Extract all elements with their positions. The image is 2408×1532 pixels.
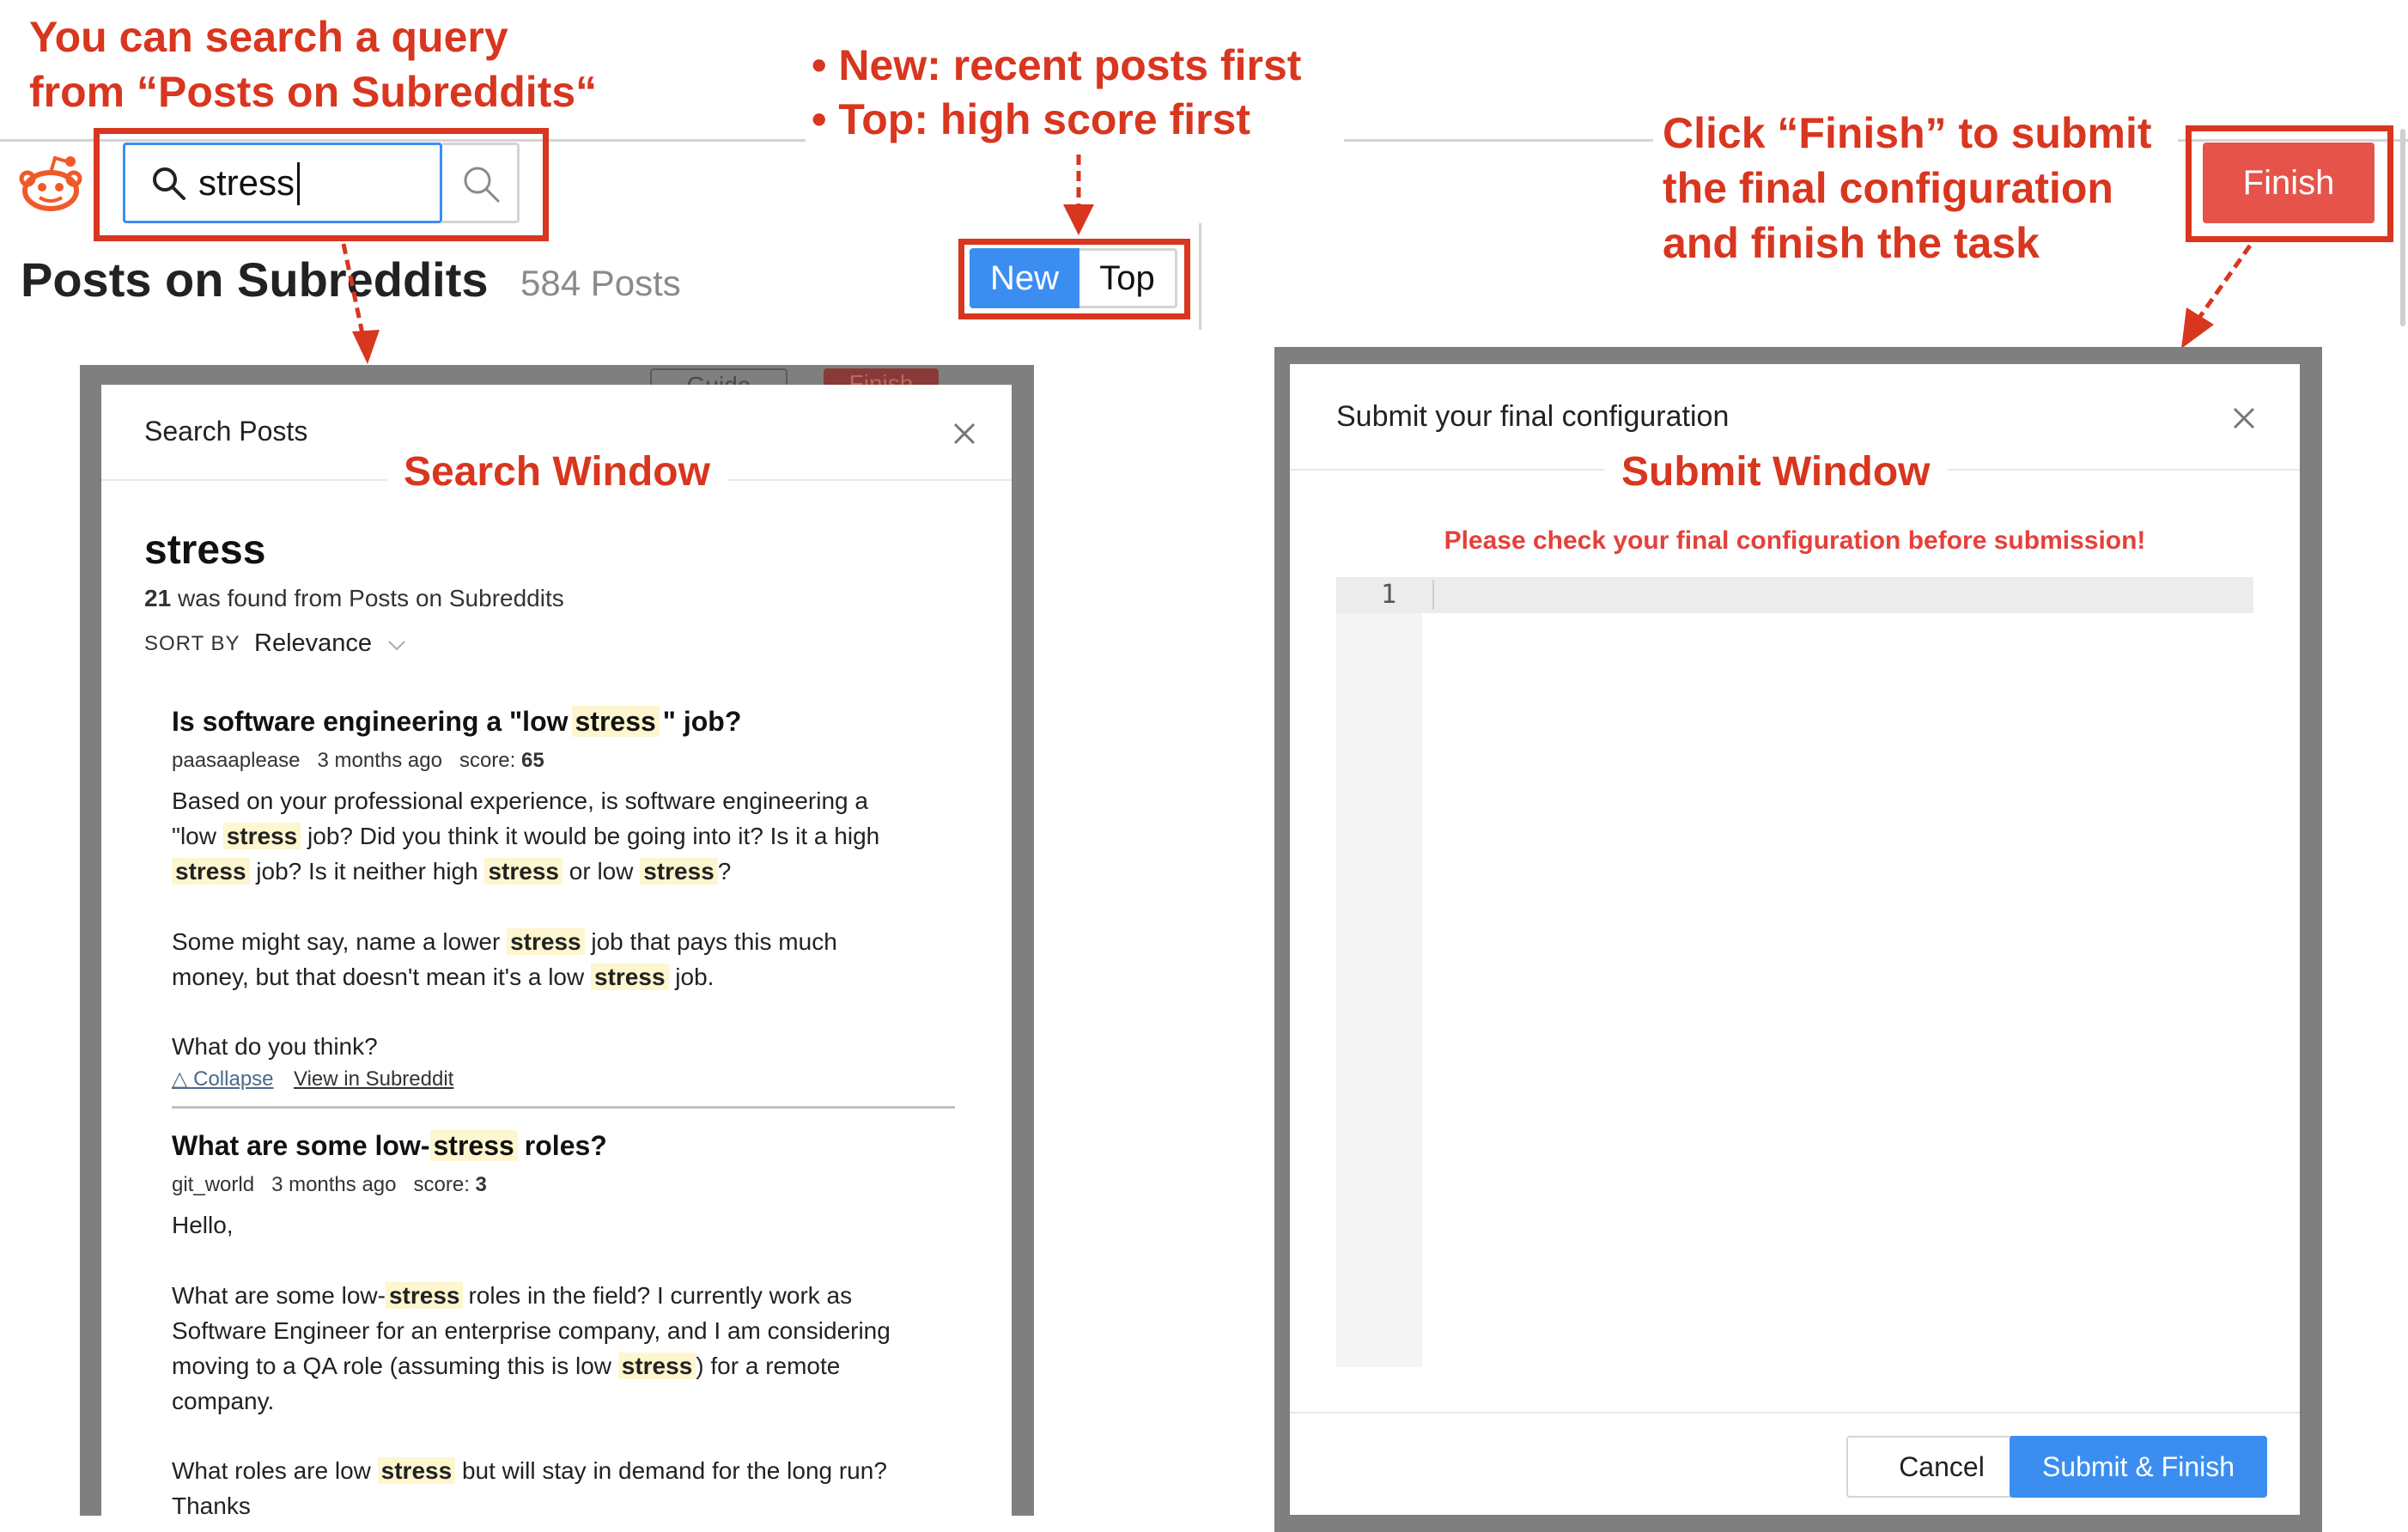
result-body-line: What do you think? bbox=[172, 1033, 378, 1060]
result-body-line: moving to a QA role (assuming this is lo… bbox=[172, 1353, 841, 1379]
result-body-line: Based on your professional experience, i… bbox=[172, 787, 868, 814]
submit-finish-button[interactable]: Submit & Finish bbox=[2010, 1436, 2267, 1498]
result-body-line: What roles are low stress but will stay … bbox=[172, 1457, 887, 1484]
search-hint-line2: from “Posts on Subreddits“ bbox=[29, 68, 598, 116]
arrow-icon bbox=[341, 243, 380, 364]
search-window-label: Search Window bbox=[386, 447, 727, 498]
collapse-link[interactable]: △ Collapse bbox=[172, 1065, 274, 1094]
chevron-down-icon bbox=[387, 626, 406, 662]
close-icon[interactable] bbox=[2231, 405, 2257, 431]
search-highlight-box bbox=[94, 128, 549, 241]
finish-hint-line2: the final configuration bbox=[1663, 164, 2113, 212]
sort-by-label: SORT BY bbox=[144, 632, 240, 655]
post-count: 584 Posts bbox=[520, 263, 681, 303]
sort-highlight-box bbox=[958, 239, 1190, 319]
result-body-line: Hello, bbox=[172, 1212, 234, 1238]
header-divider bbox=[1344, 139, 1653, 142]
modal-title: Search Posts bbox=[144, 416, 308, 447]
scrollbar[interactable] bbox=[2400, 129, 2405, 326]
arrow-icon bbox=[1063, 155, 1094, 235]
result-body-line: Thanks bbox=[172, 1492, 251, 1516]
editor-cursor bbox=[1432, 581, 1434, 610]
submit-window-label: Submit Window bbox=[1604, 447, 1948, 498]
modal-title: Submit your final configuration bbox=[1336, 400, 1730, 433]
line-number: 1 bbox=[1380, 580, 1396, 610]
editor-active-line bbox=[1336, 577, 2253, 613]
finish-highlight-box bbox=[2186, 125, 2393, 242]
vertical-divider bbox=[1199, 223, 1201, 330]
result-title[interactable]: Is software engineering a "low stress " jo… bbox=[172, 701, 741, 742]
search-hint-line1: You can search a query bbox=[29, 13, 508, 61]
arrow-icon bbox=[2181, 244, 2253, 349]
finish-hint-line1: Click “Finish” to submit bbox=[1663, 109, 2152, 157]
result-body-line: Software Engineer for an enterprise comp… bbox=[172, 1317, 891, 1344]
result-body-line: "low stress job? Did you think it would … bbox=[172, 823, 880, 849]
result-body-line: What are some low-stress roles in the fie… bbox=[172, 1282, 853, 1309]
cancel-button[interactable]: Cancel bbox=[1846, 1436, 2037, 1498]
sort-hint-new: • New: recent posts first bbox=[812, 41, 1302, 89]
editor-gutter bbox=[1336, 577, 1422, 1367]
view-in-subreddit-link[interactable]: View in Subreddit bbox=[294, 1065, 453, 1094]
result-meta: git_world 3 months ago score: 3 bbox=[172, 1173, 487, 1196]
modal-footer-divider bbox=[1290, 1412, 2300, 1413]
close-icon[interactable] bbox=[952, 421, 977, 447]
result-body-line: money, but that doesn't mean it's a low … bbox=[172, 964, 714, 990]
result-body-line: Some might say, name a lower stress job … bbox=[172, 928, 837, 955]
search-found-summary: 21 was found from Posts on Subreddits bbox=[144, 585, 564, 611]
result-body-line: company. bbox=[172, 1388, 275, 1414]
result-body-line: stress job? Is it neither high stress or… bbox=[172, 854, 731, 890]
result-title[interactable]: What are some low-stress roles? bbox=[172, 1125, 607, 1166]
result-divider bbox=[172, 1106, 955, 1109]
finish-hint-line3: and finish the task bbox=[1663, 219, 2040, 267]
result-meta: paasaaplease 3 months ago score: 65 bbox=[172, 749, 544, 772]
config-editor[interactable]: 1 bbox=[1336, 577, 2253, 1367]
search-posts-modal: Search Posts stress 21 was found from Po… bbox=[101, 385, 1012, 1516]
reddit-logo-icon[interactable] bbox=[19, 153, 82, 213]
submit-modal: Submit your final configuration Please c… bbox=[1290, 364, 2300, 1515]
page-title: Posts on Subreddits bbox=[21, 252, 489, 307]
search-query-heading: stress bbox=[144, 527, 266, 573]
sort-by-select[interactable]: Relevance bbox=[254, 625, 406, 662]
sort-hint-top: • Top: high score first bbox=[812, 95, 1251, 143]
submit-warning: Please check your final configuration be… bbox=[1444, 526, 2146, 555]
